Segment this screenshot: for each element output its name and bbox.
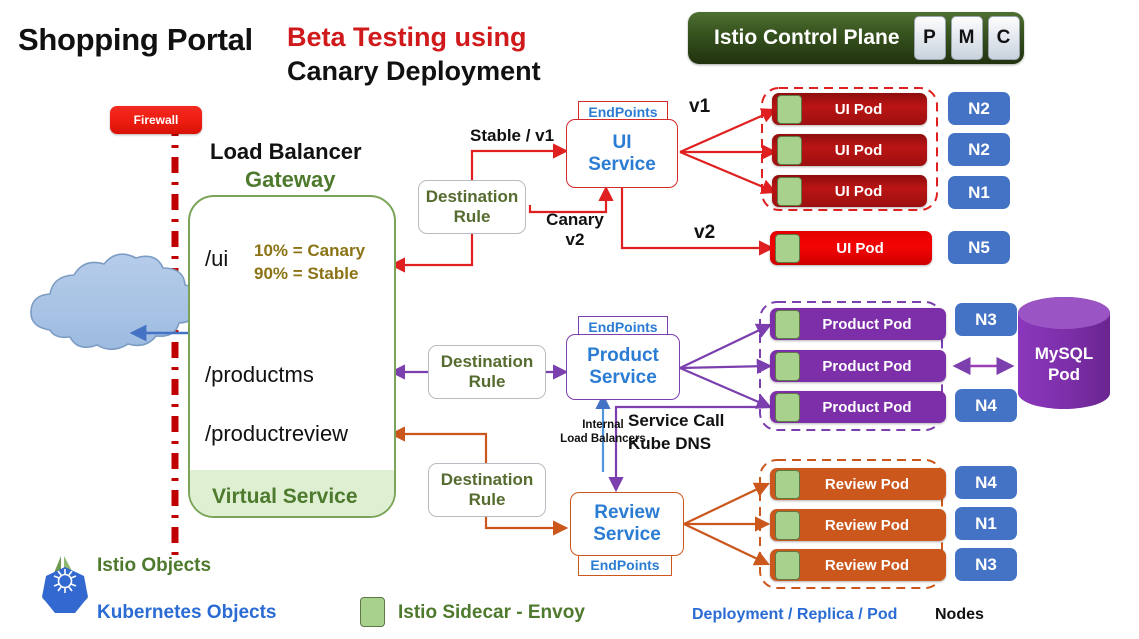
product-fanout-2: [679, 358, 773, 374]
label-stable-v1: Stable / v1: [470, 126, 555, 145]
kubernetes-icon: [42, 567, 88, 613]
review-route-arrow: [389, 426, 488, 466]
pod-label: UI Pod: [836, 239, 884, 257]
mysql-line1: MySQL: [1034, 344, 1094, 363]
product-service-line2: Service: [589, 367, 657, 388]
control-plane-buttons: P M C: [913, 16, 1020, 60]
pod-product-3[interactable]: Product Pod: [770, 391, 946, 423]
pod-label: Review Pod: [824, 556, 910, 574]
pod-label: UI Pod: [834, 100, 883, 118]
virtual-service-label: Virtual Service: [212, 485, 358, 508]
label-v1: v1: [689, 96, 711, 117]
node-chip-product-3[interactable]: N4: [955, 389, 1017, 422]
review-fanout-3: [683, 523, 770, 566]
label-canary-line1: Canary: [546, 210, 604, 229]
canary-percent: 10% = Canary: [254, 241, 366, 260]
pod-product-2[interactable]: Product Pod: [770, 350, 946, 382]
ui-service-line1: UI: [612, 131, 632, 153]
service-call-line2: Kube DNS: [628, 433, 712, 453]
destination-rule-line1: Destination: [440, 351, 534, 371]
route-path-ui[interactable]: /ui: [205, 246, 228, 272]
pod-label: Product Pod: [822, 315, 912, 333]
sidecar-icon: [777, 94, 802, 124]
pod-label: UI Pod: [834, 141, 883, 159]
label-v2: v2: [694, 222, 716, 243]
ui-canary-arrow: [528, 185, 614, 214]
review-service-line1: Review: [594, 502, 660, 524]
pod-review-2[interactable]: Review Pod: [770, 509, 946, 541]
label-service-call: Service Call Kube DNS: [628, 410, 724, 456]
mysql-label: MySQL Pod: [1018, 343, 1110, 386]
diagram-canvas: Shopping Portal Beta Testing using Canar…: [0, 0, 1139, 639]
pod-product-1[interactable]: Product Pod: [770, 308, 946, 340]
ui-stable-arrow: [470, 143, 569, 182]
pod-ui-2[interactable]: UI Pod: [772, 134, 927, 166]
destination-rule-line2: Rule: [453, 207, 491, 226]
control-plane-button-mixer[interactable]: M: [950, 16, 983, 60]
mysql-pod[interactable]: MySQL Pod: [1018, 297, 1110, 409]
sidecar-icon: [777, 135, 802, 165]
istio-control-plane[interactable]: Istio Control Plane P M C: [688, 12, 1024, 64]
destination-rule-product[interactable]: Destination Rule: [428, 345, 546, 399]
review-service-line2: Service: [593, 524, 661, 545]
product-fanout-1: [679, 323, 772, 369]
review-drule-to-service: [484, 516, 569, 536]
destination-rule-line1: Destination: [440, 469, 534, 489]
product-fanout-3: [679, 366, 773, 409]
node-chip-review-2[interactable]: N1: [955, 507, 1017, 540]
pod-label: Review Pod: [824, 475, 910, 493]
label-canary-line2: v2: [565, 230, 585, 249]
node-chip-review-1[interactable]: N4: [955, 466, 1017, 499]
product-service-line1: Product: [587, 345, 659, 367]
pod-review-3[interactable]: Review Pod: [770, 549, 946, 581]
mysql-line2: Pod: [1047, 365, 1081, 385]
node-chip-ui-3[interactable]: N1: [948, 176, 1010, 209]
sidecar-icon: [777, 176, 802, 206]
sidecar-icon: [775, 233, 800, 263]
route-ui-split: 10% = Canary 90% = Stable: [254, 240, 365, 286]
review-service-endpoints: EndPoints: [578, 554, 672, 576]
node-chip-review-3[interactable]: N3: [955, 548, 1017, 581]
ui-fanout-3: [679, 150, 778, 194]
control-plane-button-pilot[interactable]: P: [913, 16, 946, 60]
pod-label: Review Pod: [824, 516, 910, 534]
pod-label: UI Pod: [834, 182, 883, 200]
destination-rule-line2: Rule: [468, 490, 506, 509]
node-chip-ui-1[interactable]: N2: [948, 92, 1010, 125]
ui-service[interactable]: UI Service: [566, 119, 678, 188]
sidecar-icon: [775, 309, 800, 339]
control-plane-button-citadel[interactable]: C: [987, 16, 1020, 60]
destination-rule-line2: Rule: [468, 372, 506, 391]
route-path-productms[interactable]: /productms: [205, 362, 314, 388]
pod-label: Product Pod: [822, 398, 912, 416]
node-chip-ui-v2[interactable]: N5: [948, 231, 1010, 264]
node-chip-ui-2[interactable]: N2: [948, 133, 1010, 166]
product-service[interactable]: Product Service: [566, 334, 680, 400]
ui-service-line2: Service: [588, 153, 656, 175]
node-chip-product-1[interactable]: N3: [955, 303, 1017, 336]
ui-drule-to-route: [389, 233, 474, 273]
sidecar-icon: [775, 351, 800, 381]
route-path-productreview[interactable]: /productreview: [205, 421, 348, 447]
control-plane-label: Istio Control Plane: [714, 26, 900, 49]
pod-review-1[interactable]: Review Pod: [770, 468, 946, 500]
pod-ui-1[interactable]: UI Pod: [772, 93, 927, 125]
review-fanout-1: [683, 482, 770, 525]
destination-rule-line1: Destination: [425, 186, 519, 206]
pod-ui-v2-1[interactable]: UI Pod: [770, 231, 932, 265]
stable-percent: 90% = Stable: [254, 263, 359, 283]
pod-label: Product Pod: [822, 357, 912, 375]
destination-rule-ui[interactable]: Destination Rule: [418, 180, 526, 234]
sidecar-icon: [775, 392, 800, 422]
sidecar-icon: [775, 550, 800, 580]
pod-ui-3[interactable]: UI Pod: [772, 175, 927, 207]
review-service[interactable]: Review Service: [570, 492, 684, 556]
destination-rule-review[interactable]: Destination Rule: [428, 463, 546, 517]
firewall-badge[interactable]: Firewall: [110, 106, 202, 134]
service-call-line1: Service Call: [628, 411, 725, 430]
sidecar-icon: [775, 510, 800, 540]
sidecar-icon: [775, 469, 800, 499]
label-canary: Canary v2: [542, 210, 608, 250]
